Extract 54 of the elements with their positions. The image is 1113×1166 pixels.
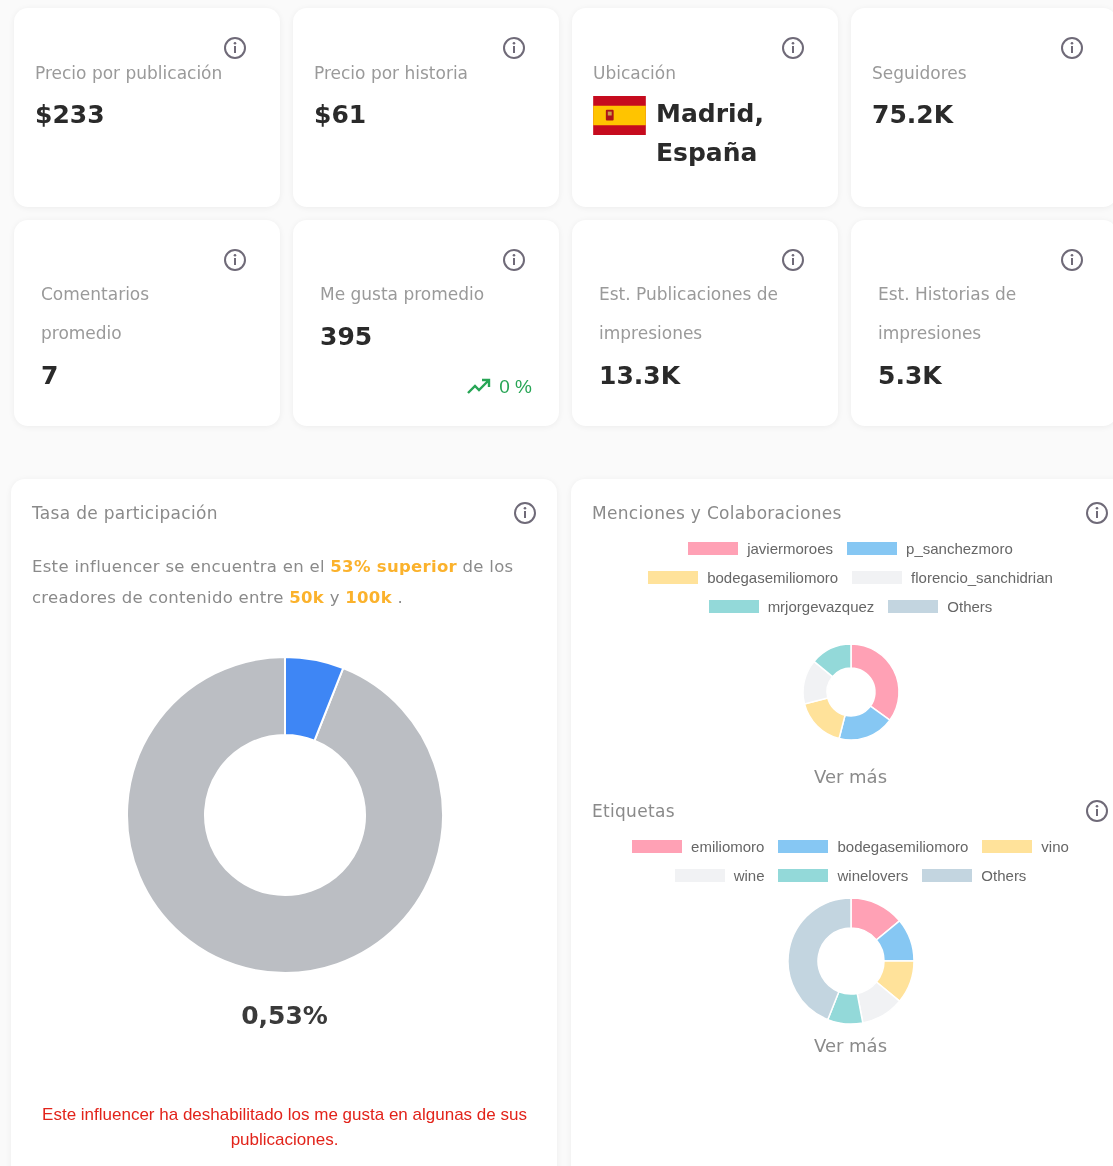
stat-label: Comentarios promedio (41, 283, 151, 345)
legend-label: Others (981, 866, 1027, 886)
stat-label: Est. Publicaciones de impresiones (599, 283, 779, 345)
stat-value: 7 (41, 361, 60, 390)
info-icon[interactable] (502, 248, 526, 272)
trend-value: 0 % (499, 376, 532, 398)
see-more-link[interactable]: Ver más (813, 766, 888, 787)
legend-label: javiermoroes (747, 539, 834, 559)
see-more-link[interactable]: Ver más (813, 1035, 888, 1056)
legend-label: winelovers (837, 866, 909, 886)
card-title: Etiquetas (592, 801, 675, 821)
card-title: Menciones y Colaboraciones (592, 503, 842, 523)
info-icon[interactable] (513, 501, 537, 525)
stat-value: 75.2K (872, 100, 955, 129)
donut-slice (875, 960, 915, 1002)
legend-label: bodegasemiliomoro (707, 568, 839, 588)
info-icon[interactable] (781, 248, 805, 272)
stat-label: Est. Historias de impresiones (878, 283, 1018, 345)
participation-description: Este influencer se encuentra en el 53% superior de los creadores de contenido entre 50k y 100k . (32, 556, 515, 609)
legend-label: florencio_sanchidrian (911, 568, 1053, 588)
stat-value: Madrid, España (656, 98, 765, 169)
info-icon[interactable] (223, 248, 247, 272)
legend-label: emiliomoro (691, 837, 765, 857)
info-icon[interactable] (1085, 501, 1109, 525)
stat-label: Me gusta promedio (320, 283, 486, 306)
donut-slice (855, 981, 900, 1024)
legend-label: wine (733, 866, 765, 886)
info-icon[interactable] (781, 36, 805, 60)
stat-value: $233 (35, 100, 106, 129)
stat-value: $61 (314, 100, 368, 129)
stat-value: 13.3K (599, 361, 682, 390)
stat-label: Seguidores (872, 62, 968, 85)
participation-rate: 0,53% (240, 1001, 329, 1030)
info-icon[interactable] (1085, 799, 1109, 823)
stat-label: Precio por historia (314, 62, 470, 85)
flag-icon (593, 96, 646, 135)
legend-label: p_sanchezmoro (906, 539, 1013, 559)
info-icon[interactable] (1060, 248, 1084, 272)
card-title: Tasa de participación (32, 503, 218, 523)
stat-label: Ubicación (593, 62, 677, 85)
legend-label: Others (947, 597, 993, 617)
stat-label: Precio por publicación (35, 62, 224, 85)
donut-slice (875, 920, 915, 962)
legend-label: bodegasemiliomoro (837, 837, 969, 857)
warning-message: Este influencer ha deshabilitado los me gusta en algunas de sus publicaciones. (41, 1104, 528, 1151)
donut-slice (803, 697, 846, 740)
legend-label: mrjorgevazquez (767, 597, 875, 617)
stat-value: 5.3K (878, 361, 943, 390)
donut-slice (801, 660, 833, 705)
stat-value: 395 (320, 322, 374, 351)
legend-label: vino (1041, 837, 1069, 857)
info-icon[interactable] (1060, 36, 1084, 60)
info-icon[interactable] (502, 36, 526, 60)
info-icon[interactable] (223, 36, 247, 60)
